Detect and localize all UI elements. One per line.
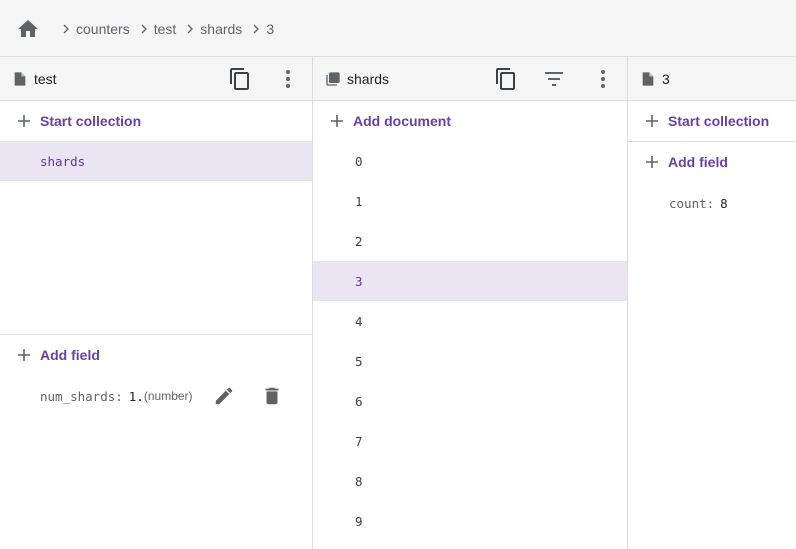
copy-icon[interactable] — [228, 67, 252, 91]
field-value: 1. — [128, 388, 144, 404]
document-item-0[interactable]: 0 — [313, 141, 627, 181]
chevron-right-icon — [63, 24, 69, 33]
document-item-5[interactable]: 5 — [313, 341, 627, 381]
start-collection-button[interactable]: Start collection — [628, 101, 796, 141]
panel-title: test — [34, 70, 57, 87]
document-id: 6 — [355, 393, 363, 409]
action-label: Start collection — [40, 113, 142, 129]
document-id: 4 — [355, 313, 363, 329]
document-id: 2 — [355, 233, 363, 249]
breadcrumb-label: counters — [76, 20, 130, 37]
start-collection-button[interactable]: Start collection — [0, 101, 312, 141]
breadcrumb-label: test — [153, 20, 177, 37]
filter-icon[interactable] — [542, 67, 566, 91]
panel-header: test — [0, 57, 312, 101]
action-label: Start collection — [668, 113, 770, 129]
collection-name: shards — [40, 153, 86, 169]
breadcrumb-item-counters[interactable]: counters — [56, 21, 130, 37]
chevron-right-icon — [187, 24, 194, 33]
collection-panel-shards: shards Add document 0 1 2 3 4 5 6 7 8 9 — [313, 57, 628, 549]
breadcrumb: counters test shards 3 — [56, 0, 274, 57]
breadcrumb-item-test[interactable]: test — [134, 20, 177, 37]
document-id: 1 — [355, 193, 363, 209]
delete-icon[interactable] — [261, 385, 283, 407]
document-icon — [642, 71, 654, 86]
document-item-9[interactable]: 9 — [313, 501, 627, 541]
breadcrumb-item-3[interactable]: 3 — [246, 21, 274, 37]
document-item-7[interactable]: 7 — [313, 421, 627, 461]
breadcrumb-bar: counters test shards 3 — [0, 0, 796, 57]
field-row[interactable]: count: 8 — [628, 182, 796, 224]
action-label: Add document — [353, 113, 451, 129]
document-id: 3 — [355, 273, 363, 289]
plus-icon — [646, 115, 658, 127]
chevron-right-icon — [141, 24, 147, 33]
breadcrumb-label: shards — [200, 20, 243, 37]
document-item-1[interactable]: 1 — [313, 181, 627, 221]
home-icon[interactable] — [16, 17, 40, 41]
more-vert-icon[interactable] — [591, 67, 615, 91]
document-panel-test: test Start collection shards Add field n… — [0, 57, 313, 549]
document-item-4[interactable]: 4 — [313, 301, 627, 341]
breadcrumb-label: 3 — [266, 20, 275, 37]
document-id: 7 — [355, 433, 363, 449]
plus-icon — [18, 115, 30, 127]
panel-title: shards — [347, 70, 390, 87]
field-value: 8 — [720, 195, 728, 211]
list-item[interactable]: shards — [0, 141, 312, 181]
add-field-button[interactable]: Add field — [0, 335, 312, 375]
field-row[interactable]: num_shards: 1. (number) — [0, 375, 312, 417]
panel-header: shards — [313, 57, 627, 101]
collection-icon — [326, 71, 340, 86]
panel-title: 3 — [662, 70, 670, 87]
plus-icon — [331, 115, 343, 127]
document-icon — [14, 71, 26, 86]
document-id: 8 — [355, 473, 363, 489]
more-vert-icon[interactable] — [276, 67, 300, 91]
document-item-6[interactable]: 6 — [313, 381, 627, 421]
field-key: count: — [669, 195, 715, 211]
add-document-button[interactable]: Add document — [313, 101, 627, 141]
document-item-8[interactable]: 8 — [313, 461, 627, 501]
document-id: 0 — [355, 153, 363, 169]
field-type: (number) — [143, 389, 193, 403]
action-label: Add field — [40, 347, 100, 363]
document-panel-3: 3 Start collection Add field count: 8 — [628, 57, 796, 549]
document-id: 5 — [355, 353, 363, 369]
plus-icon — [18, 349, 30, 361]
edit-icon[interactable] — [213, 385, 235, 407]
document-item-2[interactable]: 2 — [313, 221, 627, 261]
plus-icon — [646, 156, 658, 168]
document-item-3[interactable]: 3 — [313, 261, 627, 301]
chevron-right-icon — [253, 24, 260, 33]
action-label: Add field — [668, 154, 728, 170]
panel-header: 3 — [628, 57, 796, 101]
breadcrumb-item-shards[interactable]: shards — [180, 21, 242, 37]
field-key: num_shards: — [40, 388, 123, 404]
add-field-button[interactable]: Add field — [628, 142, 796, 182]
document-id: 9 — [355, 513, 363, 529]
copy-icon[interactable] — [494, 67, 518, 91]
